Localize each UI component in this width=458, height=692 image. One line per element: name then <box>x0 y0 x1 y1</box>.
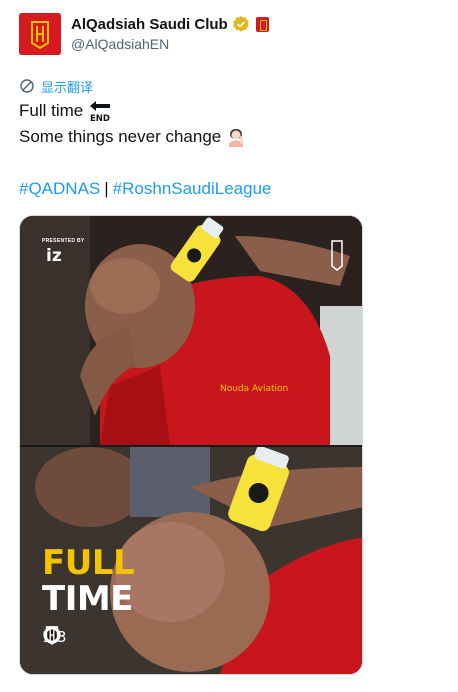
verified-badge-icon[interactable] <box>232 15 250 33</box>
tweet-text: Some things never change <box>19 127 222 146</box>
translate-icon <box>20 79 34 93</box>
hashtags: #QADNAS | #RoshnSaudiLeague <box>19 179 271 199</box>
avatar[interactable] <box>19 13 61 55</box>
affiliate-badge-icon[interactable] <box>255 16 269 32</box>
hashtag-link[interactable]: #QADNAS <box>19 179 100 198</box>
end-arrow-emoji-icon: END <box>90 101 111 123</box>
score-row: N 1-3 <box>42 624 67 650</box>
media-image[interactable]: Nouda Aviation PRESENTED BY iz FULL TIME… <box>19 215 363 675</box>
person-raising-hand-emoji-icon <box>229 129 244 147</box>
club-logo-icon <box>19 13 61 55</box>
tweet-card: AlQadsiah Saudi Club @AlQadsiahEN 显示翻译 F… <box>0 0 458 692</box>
svg-text:Nouda Aviation: Nouda Aviation <box>220 384 288 394</box>
translate-label[interactable]: 显示翻译 <box>41 77 93 96</box>
headline-time: TIME <box>42 579 133 619</box>
translate-link[interactable]: 显示翻译 <box>19 77 93 95</box>
presented-by-label: PRESENTED BY <box>42 238 85 244</box>
svg-text:END: END <box>90 114 110 123</box>
tweet-text-line-2: Some things never change <box>19 126 246 148</box>
hashtag-separator: | <box>104 179 109 198</box>
tweet-text: Full time <box>19 101 84 120</box>
qadsiah-crest-icon <box>45 626 59 645</box>
full-time-headline: FULL TIME <box>42 543 135 619</box>
account-name-row: AlQadsiah Saudi Club <box>71 14 269 34</box>
sponsor-logo: iz <box>46 246 62 266</box>
hashtag-link[interactable]: #RoshnSaudiLeague <box>113 179 272 198</box>
headline-full: FULL <box>42 543 135 583</box>
fan-drinking-photo: Nouda Aviation <box>20 216 362 445</box>
photo-panel-top: Nouda Aviation PRESENTED BY iz <box>20 216 362 445</box>
account-handle[interactable]: @AlQadsiahEN <box>71 36 169 52</box>
tweet-text-line-1: Full time END <box>19 99 112 123</box>
display-name[interactable]: AlQadsiah Saudi Club <box>71 16 228 33</box>
